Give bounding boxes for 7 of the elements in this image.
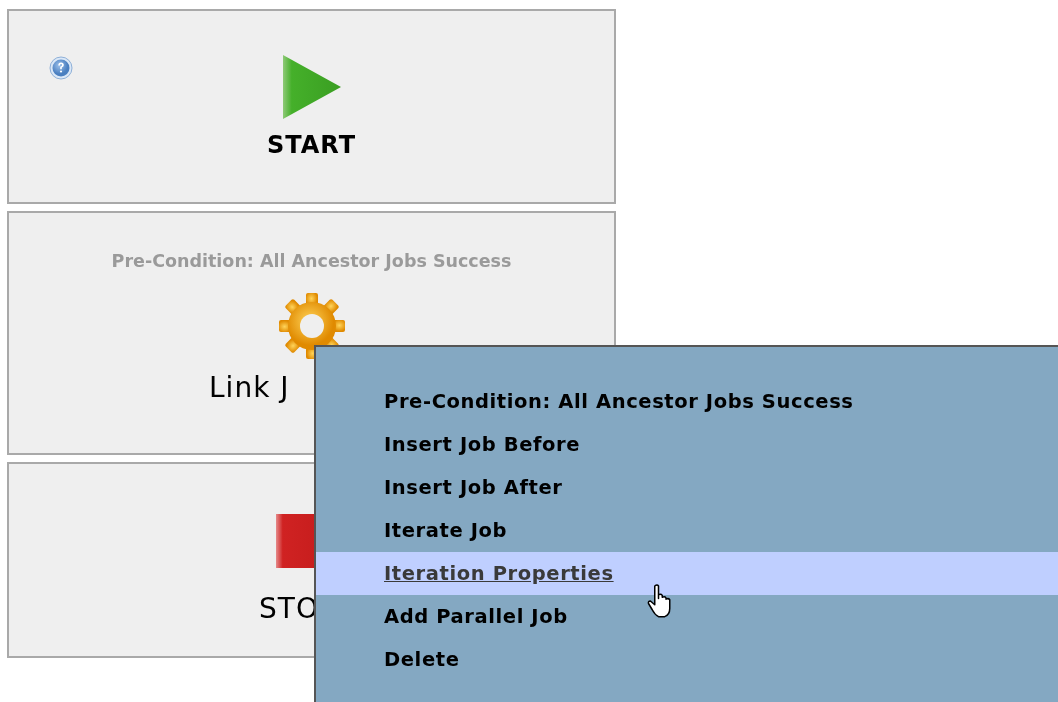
- help-icon[interactable]: [49, 56, 73, 80]
- play-icon: [280, 53, 343, 121]
- job-label: Link J: [209, 371, 290, 404]
- job-label: START: [266, 131, 357, 159]
- menu-item[interactable]: Iteration Properties: [316, 552, 1058, 595]
- precondition-label: Pre-Condition: All Ancestor Jobs Success: [111, 251, 512, 271]
- job-card[interactable]: START: [7, 9, 616, 204]
